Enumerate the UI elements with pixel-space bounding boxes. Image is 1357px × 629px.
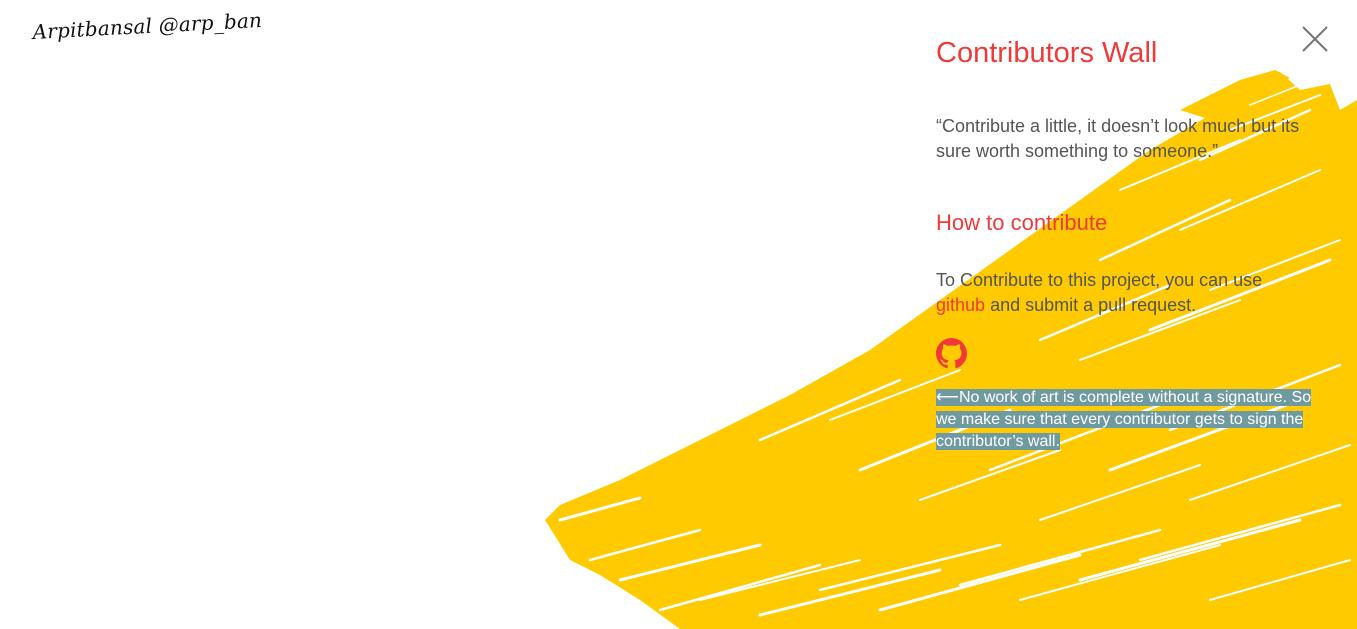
signature-note-text: No work of art is complete without a sig… <box>936 389 1312 450</box>
how-to-contribute-heading: How to contribute <box>936 210 1108 235</box>
contribution-quote: “Contribute a little, it doesn’t look mu… <box>936 116 1300 161</box>
signature-note: ⟵No work of art is complete without a si… <box>936 387 1326 453</box>
page-title: Contributors Wall <box>936 37 1158 69</box>
instructions-text-before: To Contribute to this project, you can u… <box>936 270 1263 290</box>
left-arrow-icon: ⟵ <box>936 389 959 406</box>
contribution-instructions: To Contribute to this project, you can u… <box>936 268 1296 318</box>
instructions-text-after: and submit a pull request. <box>990 295 1197 315</box>
github-icon[interactable] <box>936 338 967 369</box>
contributors-panel: Contributors Wall “Contribute a little, … <box>936 34 1336 453</box>
github-link[interactable]: github <box>936 295 985 315</box>
